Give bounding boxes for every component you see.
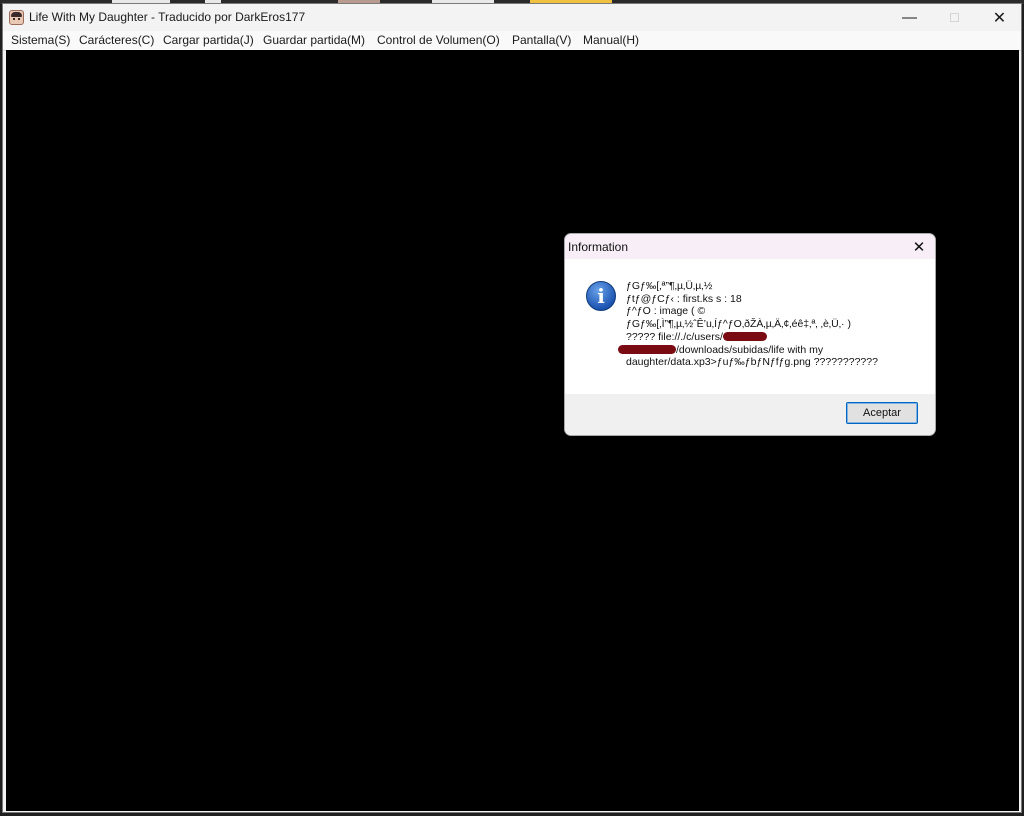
message-path-end: /downloads/subidas/life with my bbox=[676, 343, 824, 356]
redaction-mark bbox=[722, 331, 767, 341]
message-path-start: ????? file://./c/users/ bbox=[626, 330, 723, 343]
message-line: daughter/data.xp3>ƒuƒ‰ƒbƒNƒfƒg.png ?????… bbox=[626, 356, 878, 369]
message-line: ƒGƒ‰[‚Ì”­¶‚µ‚½ˆÊ’u‚Íƒ^ƒO‚ðŽÀ‚µ‚Ä‚¢‚éê‡‚ª… bbox=[626, 318, 851, 331]
menu-sistema[interactable]: Sistema(S) bbox=[11, 33, 70, 47]
menu-guardar-partida[interactable]: Guardar partida(M) bbox=[263, 33, 365, 47]
redaction-mark bbox=[618, 344, 676, 354]
dialog-close-icon[interactable]: ✕ bbox=[908, 236, 930, 258]
message-line: ƒtƒ@ƒCƒ‹ : first.ks s : 18 bbox=[626, 292, 742, 305]
title-bar[interactable]: Life With My Daughter - Traducido por Da… bbox=[3, 4, 1021, 31]
dialog-title: Information bbox=[568, 240, 629, 254]
app-icon bbox=[9, 10, 24, 25]
menu-pantalla[interactable]: Pantalla(V) bbox=[512, 33, 571, 47]
menu-manual[interactable]: Manual(H) bbox=[583, 33, 639, 47]
error-message: ƒGƒ‰[‚ª”­¶‚µ‚Ü‚µ‚½ ƒtƒ@ƒCƒ‹ : first.ks s… bbox=[618, 280, 926, 369]
menu-cargar-partida[interactable]: Cargar partida(J) bbox=[163, 33, 254, 47]
message-line: /downloads/subidas/life with my bbox=[618, 343, 926, 357]
maximize-button[interactable]: ☐ bbox=[932, 4, 977, 31]
close-button[interactable]: ✕ bbox=[977, 4, 1022, 31]
window-title: Life With My Daughter - Traducido por Da… bbox=[29, 10, 306, 24]
aceptar-button[interactable]: Aceptar bbox=[846, 402, 918, 424]
menu-control-volumen[interactable]: Control de Volumen(O) bbox=[377, 33, 500, 47]
info-icon: i bbox=[586, 281, 616, 311]
menu-caracteres[interactable]: Carácteres(C) bbox=[79, 33, 154, 47]
minimize-button[interactable]: — bbox=[887, 4, 932, 31]
information-dialog: Information ✕ i ƒGƒ‰[‚ª”­¶‚µ‚Ü‚µ‚½ ƒtƒ@ƒ… bbox=[564, 233, 936, 436]
message-line: ƒGƒ‰[‚ª”­¶‚µ‚Ü‚µ‚½ bbox=[626, 280, 713, 292]
message-line: ƒ^ƒO : image ( © bbox=[626, 305, 706, 318]
menu-bar: Sistema(S) Carácteres(C) Cargar partida(… bbox=[3, 31, 1021, 51]
message-line: ????? file://./c/users/ bbox=[626, 331, 926, 344]
dialog-title-bar[interactable]: Information ✕ bbox=[565, 234, 935, 259]
